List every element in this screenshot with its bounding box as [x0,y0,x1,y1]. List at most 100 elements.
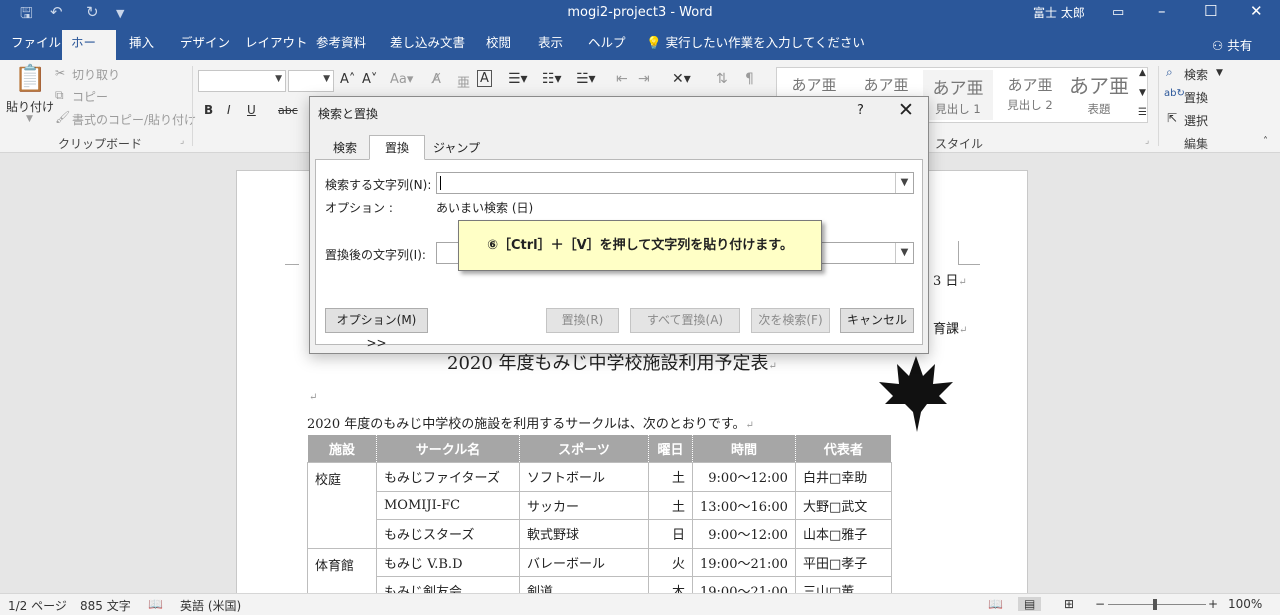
table-cell[interactable]: 19:00～21:00 [692,547,796,577]
tab-find[interactable]: 検索 [324,135,366,160]
minimize-icon[interactable]: – [1158,2,1166,20]
cut-button[interactable]: 切り取り [72,66,120,83]
tab-help[interactable]: ヘルプ [579,30,635,60]
styles-scroll-up-icon[interactable]: ▲ [1139,68,1146,78]
table-cell[interactable]: 軟式野球 [519,519,649,549]
ribbon-display-options-icon[interactable]: ▭ [1112,5,1124,20]
tab-references[interactable]: 参考資料 [307,30,375,60]
more-options-button[interactable]: オプション(M) >> [325,308,428,350]
table-cell[interactable]: 19:00～21:00 [692,576,796,593]
find-what-input[interactable]: ▼ [436,172,914,194]
close-icon[interactable]: ✕ [898,99,914,121]
close-window-icon[interactable]: ✕ [1250,2,1263,20]
chevron-down-icon[interactable]: ▼ [1216,68,1223,78]
table-cell[interactable]: 校庭 [307,462,377,549]
italic-icon[interactable]: I [227,103,231,117]
clear-formatting-icon[interactable]: A̸ [432,72,441,87]
underline-icon[interactable]: U [247,103,256,117]
style-heading-1[interactable]: あア亜 見出し 1 [923,70,993,120]
styles-launcher-icon[interactable]: ⌟ [1145,136,1149,146]
tab-goto[interactable]: ジャンプ [424,135,489,160]
sort-icon[interactable]: ⇅ [716,71,728,87]
styles-more-icon[interactable]: ☰ [1138,107,1147,118]
maximize-icon[interactable]: ☐ [1204,2,1217,20]
web-layout-icon[interactable]: ⊞ [1064,597,1074,611]
table-cell[interactable]: MOMIJI-FC [376,490,520,520]
table-cell[interactable]: ソフトボール [519,462,649,492]
table-cell[interactable]: 体育館 [307,547,377,593]
table-cell[interactable]: 9:00～12:00 [692,519,796,549]
zoom-in-button[interactable]: + [1208,597,1218,611]
styles-scroll-down-icon[interactable]: ▼ [1139,88,1146,98]
zoom-out-button[interactable]: − [1095,597,1105,611]
tab-layout[interactable]: レイアウト [236,30,317,60]
copy-icon[interactable]: ⧉ [55,88,64,103]
cancel-button[interactable]: キャンセル [840,308,914,333]
help-button[interactable]: ? [857,103,864,118]
table-cell[interactable]: もみじ剣友会 [376,576,520,593]
copy-button[interactable]: コピー [72,88,108,105]
zoom-slider-thumb[interactable] [1153,599,1157,610]
strikethrough-icon[interactable]: abc [278,104,298,117]
replace-button[interactable]: 置換(R) [546,308,619,333]
increase-indent-icon[interactable]: ⇥ [638,71,650,87]
tab-insert[interactable]: 挿入 [120,30,163,60]
table-cell[interactable]: もみじスターズ [376,519,520,549]
phonetic-guide-icon[interactable]: 亜 [457,72,470,91]
bullets-icon[interactable]: ☰▾ [508,71,528,87]
tab-home[interactable]: ホーム [62,30,116,76]
share-button[interactable]: ⚇ 共有 [1212,35,1252,54]
font-name-combo[interactable]: ▼ [198,70,286,92]
table-cell[interactable]: 13:00～16:00 [692,490,796,520]
schedule-table[interactable]: 施設 サークル名 スポーツ 曜日 時間 代表者 校庭 もみじファイターズ ソフト… [307,434,892,593]
cut-icon[interactable]: ✂ [55,66,65,80]
read-mode-icon[interactable]: 📖 [988,597,1003,611]
decrease-indent-icon[interactable]: ⇤ [616,71,628,87]
table-cell[interactable]: 日 [648,519,693,549]
character-border-icon[interactable]: A [477,70,492,87]
table-cell[interactable]: 大野□武文 [794,490,892,520]
table-cell[interactable]: 白井□幸助 [794,462,892,492]
multilevel-list-icon[interactable]: ☱▾ [576,71,596,87]
proofing-icon[interactable]: 📖 [148,597,163,611]
font-size-combo[interactable]: ▼ [288,70,334,92]
style-title[interactable]: あア亜 表題 [1067,70,1131,120]
chevron-down-icon[interactable]: ▼ [895,243,913,263]
numbering-icon[interactable]: ☷▾ [542,71,562,87]
table-cell[interactable]: もみじ V.B.D [376,547,520,577]
replace-button[interactable]: 置換 [1184,89,1208,106]
bold-icon[interactable]: B [204,103,213,117]
find-button[interactable]: 検索 [1184,66,1208,83]
style-heading-2[interactable]: あア亜 見出し 2 [995,70,1065,120]
show-marks-icon[interactable]: ¶ [745,71,754,87]
tab-view[interactable]: 表示 [529,30,572,60]
clipboard-launcher-icon[interactable]: ⌟ [180,136,184,146]
paste-button[interactable]: 貼り付け [6,98,54,115]
grow-font-icon[interactable]: A˄ [340,72,355,87]
zoom-slider[interactable] [1108,604,1206,605]
select-button[interactable]: 選択 [1184,112,1208,129]
asian-layout-icon[interactable]: ✕▾ [672,71,691,87]
tab-design[interactable]: デザイン [171,30,239,60]
table-cell[interactable]: 三山□董 [794,576,892,593]
table-cell[interactable]: 9:00～12:00 [692,462,796,492]
collapse-ribbon-icon[interactable]: ˄ [1263,136,1268,147]
table-cell[interactable]: もみじファイターズ [376,462,520,492]
paste-dropdown-icon[interactable]: ▼ [26,114,33,124]
replace-all-button[interactable]: すべて置換(A) [630,308,740,333]
tell-me-box[interactable]: 💡 実行したい作業を入力してください [637,30,874,60]
tab-mailings[interactable]: 差し込み文書 [381,30,474,60]
shrink-font-icon[interactable]: A˅ [362,72,377,87]
table-cell[interactable]: 木 [648,576,693,593]
print-layout-icon[interactable]: ▤ [1018,597,1042,611]
table-cell[interactable]: 剣道 [519,576,649,593]
format-painter-button[interactable]: 書式のコピー/貼り付け [72,111,196,128]
table-cell[interactable]: 火 [648,547,693,577]
table-cell[interactable]: 平田□孝子 [794,547,892,577]
tab-file[interactable]: ファイル [2,30,70,60]
format-painter-icon[interactable]: 🖌 [55,110,70,124]
tab-replace[interactable]: 置換 [369,135,425,160]
change-case-icon[interactable]: Aa▾ [390,72,413,87]
user-name[interactable]: 富士 太郎 [1033,4,1085,21]
zoom-level[interactable]: 100% [1228,597,1262,611]
